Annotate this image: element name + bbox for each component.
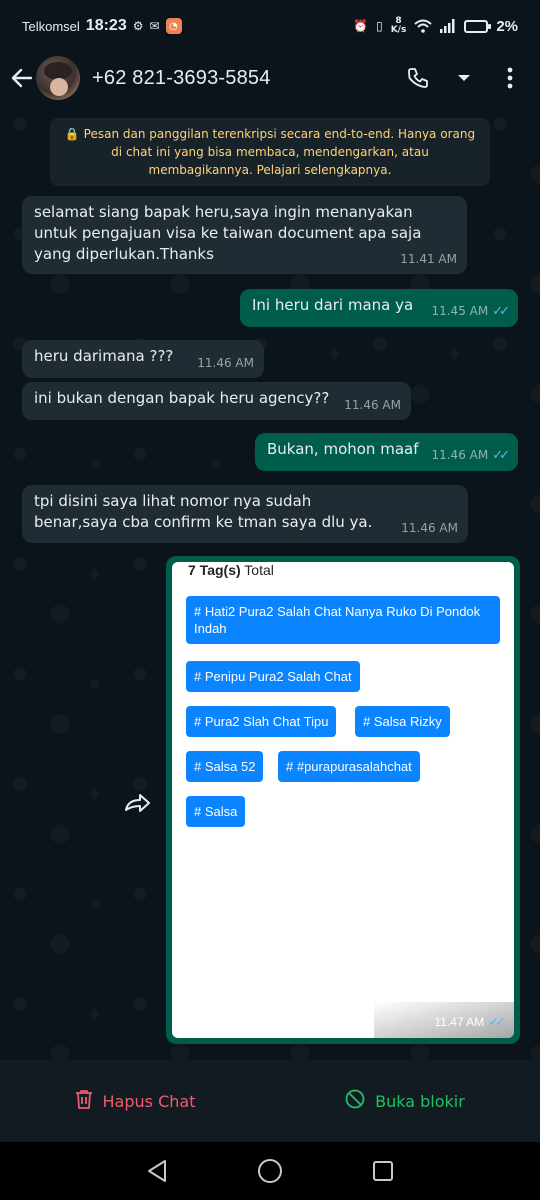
message-text: heru darimana ??? xyxy=(34,347,174,365)
message-incoming[interactable]: heru darimana ??? 11.46 AM xyxy=(22,340,264,378)
unblock-button[interactable]: Buka blokir xyxy=(270,1089,540,1113)
gmail-icon: ✉ xyxy=(149,19,160,33)
alarm-icon: ⏰ xyxy=(353,19,369,33)
network-speed-unit: K/s xyxy=(390,25,407,35)
avatar[interactable] xyxy=(36,56,80,100)
chat-area[interactable]: 🔒 Pesan dan panggilan terenkripsi secara… xyxy=(0,104,540,1060)
tag-chip: # Pura2 Slah Chat Tipu xyxy=(186,706,337,737)
tag-total-label: Total xyxy=(244,562,274,578)
status-clock: 18:23 xyxy=(85,17,127,34)
signal-icon xyxy=(440,19,456,33)
nav-back-icon[interactable] xyxy=(141,1155,173,1187)
wifi-icon xyxy=(414,19,432,33)
trash-icon xyxy=(75,1089,93,1113)
message-incoming[interactable]: selamat siang bapak heru,saya ingin mena… xyxy=(22,196,467,274)
shared-image[interactable]: 7 Tag(s) Total # Hati2 Pura2 Salah Chat … xyxy=(172,562,514,1038)
tag-chip: # #purapurasalahchat xyxy=(278,751,420,782)
tag-chip: # Penipu Pura2 Salah Chat xyxy=(186,661,360,692)
tag-chip: # Salsa 52 xyxy=(186,751,264,782)
read-ticks-icon: ✓✓ xyxy=(492,448,510,463)
tag-chip: # Hati2 Pura2 Salah Chat Nanya Ruko Di P… xyxy=(186,596,500,644)
tag-total: 7 Tag(s) Total xyxy=(188,562,274,578)
tag-total-count: 7 Tag(s) xyxy=(188,562,241,578)
tag-chip: # Salsa Rizky xyxy=(355,706,450,737)
read-ticks-icon: ✓✓ xyxy=(492,304,510,319)
message-time-text: 11.45 AM xyxy=(431,304,489,318)
read-ticks-icon: ✓✓ xyxy=(488,1014,506,1029)
tag-chip: # Salsa xyxy=(186,796,246,827)
phone-icon[interactable] xyxy=(404,64,432,92)
message-time-text: 11.46 AM xyxy=(344,398,401,412)
message-time: 11.46 AM xyxy=(197,353,254,374)
message-text: selamat siang bapak heru,saya ingin mena… xyxy=(34,203,422,263)
status-left: Telkomsel 18:23 ⚙ ✉ ◔ xyxy=(22,17,182,35)
message-time: 11.46 AM xyxy=(401,518,458,539)
status-right: ⏰ ▯ 8 K/s 2% xyxy=(353,17,518,35)
message-time: 11.41 AM xyxy=(400,249,457,270)
nav-home-icon[interactable] xyxy=(254,1155,286,1187)
settings-gear-icon: ⚙ xyxy=(132,19,144,33)
message-text: tpi disini saya lihat nomor nya sudah be… xyxy=(34,492,373,531)
message-incoming[interactable]: ini bukan dengan bapak heru agency?? 11.… xyxy=(22,382,411,420)
app-notification-icon: ◔ xyxy=(165,18,182,34)
vibrate-icon: ▯ xyxy=(376,19,383,33)
message-incoming[interactable]: tpi disini saya lihat nomor nya sudah be… xyxy=(22,485,468,543)
message-text: Ini heru dari mana ya xyxy=(252,296,414,314)
message-time: 11.46 AM ✓✓ xyxy=(431,445,510,466)
header-actions xyxy=(404,64,532,92)
message-outgoing[interactable]: Ini heru dari mana ya 11.45 AM ✓✓ xyxy=(240,289,518,327)
image-message[interactable]: 7 Tag(s) Total # Hati2 Pura2 Salah Chat … xyxy=(166,556,520,1044)
status-bar: Telkomsel 18:23 ⚙ ✉ ◔ ⏰ ▯ 8 K/s 2% xyxy=(0,0,540,52)
more-vert-icon[interactable] xyxy=(496,64,524,92)
delete-chat-label: Hapus Chat xyxy=(102,1091,196,1111)
message-time-text: 11.41 AM xyxy=(400,252,457,266)
blocked-contact-actions: Hapus Chat Buka blokir xyxy=(0,1060,540,1142)
contact-name[interactable]: +62 821-3693-5854 xyxy=(92,67,271,90)
message-time: 11.47 AM ✓✓ xyxy=(434,1014,506,1030)
unblock-label: Buka blokir xyxy=(375,1091,465,1111)
nav-recents-icon[interactable] xyxy=(367,1155,399,1187)
unblock-icon xyxy=(345,1089,365,1113)
chat-header: +62 821-3693-5854 xyxy=(0,52,540,104)
back-arrow-icon[interactable] xyxy=(8,58,36,98)
forward-icon[interactable] xyxy=(122,788,152,818)
message-time: 11.45 AM ✓✓ xyxy=(431,301,510,322)
network-speed: 8 K/s xyxy=(391,17,407,35)
system-nav-bar xyxy=(0,1142,540,1200)
encryption-notice[interactable]: 🔒 Pesan dan panggilan terenkripsi secara… xyxy=(50,118,490,186)
message-text: ini bukan dengan bapak heru agency?? xyxy=(34,389,330,407)
delete-chat-button[interactable]: Hapus Chat xyxy=(0,1089,270,1113)
message-time-text: 11.46 AM xyxy=(431,448,489,462)
message-outgoing[interactable]: Bukan, mohon maaf 11.46 AM ✓✓ xyxy=(255,433,518,471)
battery-icon xyxy=(464,19,492,33)
message-time-text: 11.46 AM xyxy=(197,356,254,370)
chevron-down-icon[interactable] xyxy=(450,64,478,92)
message-time: 11.46 AM xyxy=(344,395,401,416)
message-time-text: 11.46 AM xyxy=(401,521,458,535)
message-text: Bukan, mohon maaf xyxy=(267,440,419,458)
message-time-text: 11.47 AM xyxy=(434,1015,485,1029)
carrier-name: Telkomsel xyxy=(22,18,80,34)
battery-percent: 2% xyxy=(496,17,518,35)
